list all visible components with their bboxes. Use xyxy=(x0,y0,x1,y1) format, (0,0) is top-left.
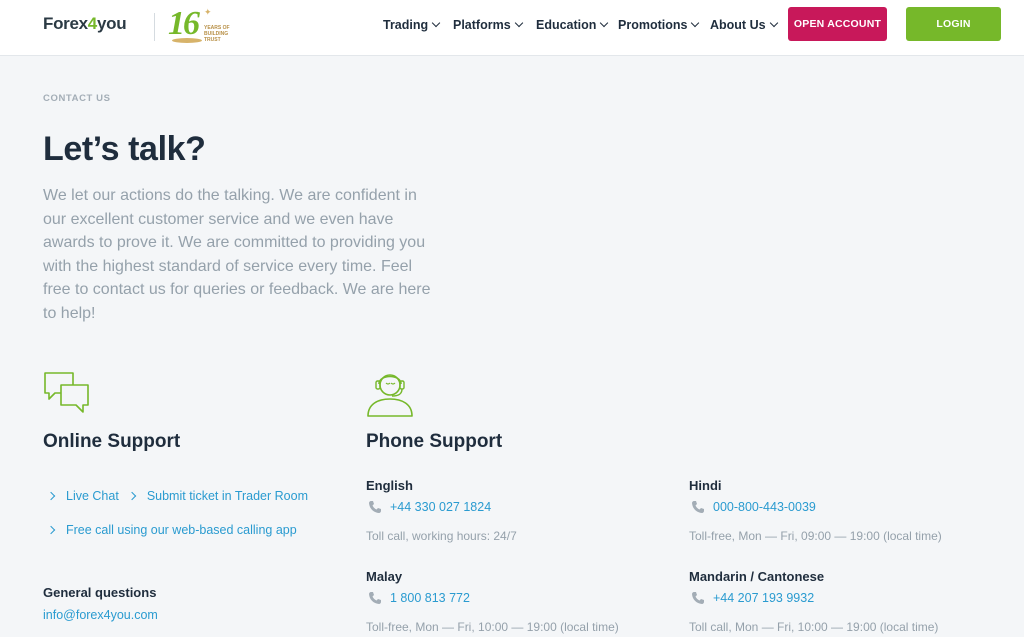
phone-language-hindi: Hindi xyxy=(689,478,722,493)
nav-trading-label: Trading xyxy=(383,18,429,32)
sparkle-icon: ✦ xyxy=(204,7,212,17)
badge-ring xyxy=(172,38,202,43)
support-agent-icon xyxy=(367,374,413,417)
phone-row-mandarin: +44 207 193 9932 xyxy=(689,591,814,605)
free-call-link[interactable]: Free call using our web-based calling ap… xyxy=(66,523,297,537)
phone-number-hindi[interactable]: 000-800-443-0039 xyxy=(713,500,816,514)
phone-icon xyxy=(369,501,381,513)
online-support-heading: Online Support xyxy=(43,431,181,452)
phone-number-english[interactable]: +44 330 027 1824 xyxy=(390,500,491,514)
phone-note-malay: Toll-free, Mon — Fri, 10:00 — 19:00 (loc… xyxy=(366,620,619,634)
top-navigation-bar: Forex4you 16 ✦ YEARS OF BUILDING TRUST T… xyxy=(0,0,1024,56)
phone-note-mandarin: Toll call, Mon — Fri, 10:00 — 19:00 (loc… xyxy=(689,620,939,634)
login-button[interactable]: LOGIN xyxy=(906,7,1001,41)
phone-note-hindi: Toll-free, Mon — Fri, 09:00 — 19:00 (loc… xyxy=(689,529,942,543)
phone-number-malay[interactable]: 1 800 813 772 xyxy=(390,591,470,605)
phone-icon xyxy=(692,501,704,513)
logo-text-you: you xyxy=(96,14,127,33)
nav-platforms[interactable]: Platforms xyxy=(453,16,523,34)
online-support-call-row: Free call using our web-based calling ap… xyxy=(45,523,297,537)
submit-ticket-link[interactable]: Submit ticket in Trader Room xyxy=(147,489,308,503)
chat-bubbles-icon xyxy=(44,372,89,413)
nav-education[interactable]: Education xyxy=(536,16,609,34)
nav-about-us-label: About Us xyxy=(710,18,766,32)
chevron-down-icon xyxy=(514,18,523,28)
phone-support-heading: Phone Support xyxy=(366,431,503,452)
general-email-link[interactable]: info@forex4you.com xyxy=(43,608,158,622)
forex4you-logo[interactable]: Forex4you xyxy=(43,14,127,34)
logo-text-forex: Forex xyxy=(43,14,88,33)
phone-icon xyxy=(369,592,381,604)
phone-note-english: Toll call, working hours: 24/7 xyxy=(366,529,517,543)
phone-row-hindi: 000-800-443-0039 xyxy=(689,500,816,514)
open-account-button[interactable]: OPEN ACCOUNT xyxy=(788,7,887,41)
phone-language-english: English xyxy=(366,478,413,493)
nav-promotions-label: Promotions xyxy=(618,18,688,32)
phone-icon xyxy=(692,592,704,604)
live-chat-link[interactable]: Live Chat xyxy=(66,489,119,503)
chevron-right-icon xyxy=(127,491,137,501)
phone-number-mandarin[interactable]: +44 207 193 9932 xyxy=(713,591,814,605)
phone-language-mandarin: Mandarin / Cantonese xyxy=(689,569,825,584)
logo-divider xyxy=(154,13,155,41)
phone-row-english: +44 330 027 1824 xyxy=(366,500,491,514)
chevron-right-icon xyxy=(46,491,56,501)
nav-platforms-label: Platforms xyxy=(453,18,511,32)
chevron-down-icon xyxy=(691,18,700,28)
logo-text-4: 4 xyxy=(87,14,97,33)
breadcrumb: CONTACT US xyxy=(43,93,111,104)
chevron-down-icon xyxy=(600,18,609,28)
anniversary-badge: 16 ✦ YEARS OF BUILDING TRUST xyxy=(166,5,238,47)
nav-trading[interactable]: Trading xyxy=(383,16,441,34)
phone-row-malay: 1 800 813 772 xyxy=(366,591,470,605)
general-questions-label: General questions xyxy=(43,585,157,600)
nav-about-us[interactable]: About Us xyxy=(710,16,778,34)
online-support-links-row: Live Chat Submit ticket in Trader Room xyxy=(45,489,308,503)
page-title: Let’s talk? xyxy=(43,130,206,168)
intro-paragraph: We let our actions do the talking. We ar… xyxy=(43,187,431,322)
chevron-down-icon xyxy=(431,18,441,28)
phone-language-malay: Malay xyxy=(366,569,403,584)
nav-promotions[interactable]: Promotions xyxy=(618,16,700,34)
nav-education-label: Education xyxy=(536,18,597,32)
chevron-right-icon xyxy=(46,525,56,535)
badge-line-3: TRUST xyxy=(204,37,221,43)
chevron-down-icon xyxy=(769,18,778,28)
